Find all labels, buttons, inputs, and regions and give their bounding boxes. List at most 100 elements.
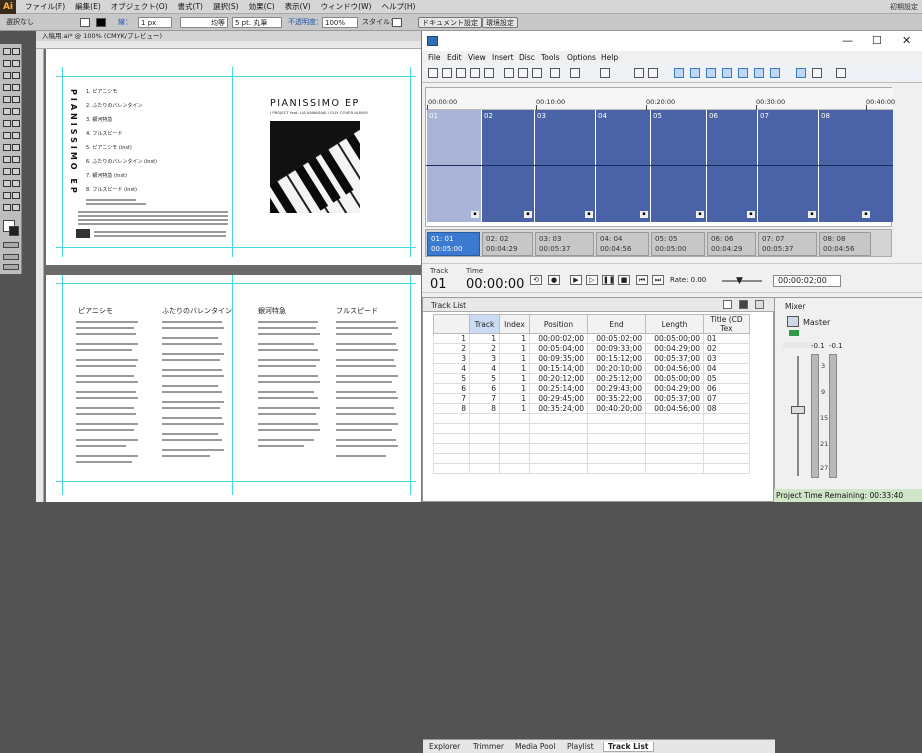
- device-icon[interactable]: [789, 330, 799, 336]
- audio-event[interactable]: 08 ▪: [818, 110, 872, 222]
- preferences-button[interactable]: 環境設定: [482, 17, 518, 28]
- table-row[interactable]: 8 8 1 00:35:24;00 00:40:20;00 00:04:56;00 08: [433, 403, 750, 414]
- new-icon[interactable]: [428, 68, 438, 78]
- track-marker[interactable]: 01: 01 00:05:00: [427, 232, 480, 256]
- volume-fader-thumb[interactable]: [791, 406, 805, 414]
- pen-tool-icon[interactable]: [3, 72, 11, 79]
- track-marker[interactable]: 07: 07 00:05:37: [758, 232, 817, 256]
- table-cell[interactable]: 00:25:14;00: [529, 383, 588, 394]
- col-header[interactable]: Track: [469, 314, 500, 334]
- table-row[interactable]: 6 6 1 00:25:14;00 00:29:43;00 00:04:29;00 06: [433, 383, 750, 394]
- blob-brush-tool-icon[interactable]: [3, 108, 11, 115]
- zoom-tool-icon[interactable]: [12, 204, 20, 211]
- rectangle-tool-icon[interactable]: [12, 84, 20, 91]
- graph-tool-icon[interactable]: [12, 180, 20, 187]
- loop-icon[interactable]: ⟲: [530, 275, 542, 285]
- snap-icon[interactable]: [706, 68, 716, 78]
- open-icon[interactable]: [442, 68, 452, 78]
- table-cell[interactable]: 00:09:33;00: [587, 343, 646, 354]
- next-track-icon[interactable]: ⏭: [652, 275, 664, 285]
- delete-icon[interactable]: [550, 68, 560, 78]
- eyedropper-tool-icon[interactable]: [3, 168, 11, 175]
- save-as-icon[interactable]: [470, 68, 480, 78]
- table-cell[interactable]: 00:05:04;00: [529, 343, 588, 354]
- table-cell[interactable]: 00:04:29;00: [645, 343, 704, 354]
- eraser-tool-icon[interactable]: [12, 108, 20, 115]
- symbol-sprayer-tool-icon[interactable]: [3, 180, 11, 187]
- audio-event[interactable]: 02 ▪: [481, 110, 534, 222]
- audio-event[interactable]: 07 ▪: [757, 110, 818, 222]
- draw-mode-icon[interactable]: [3, 254, 19, 260]
- table-row[interactable]: 4 4 1 00:15:14;00 00:20:10;00 00:04:56;00 04: [433, 363, 750, 374]
- table-cell[interactable]: 08: [703, 403, 750, 414]
- menu-edit[interactable]: Edit: [447, 53, 462, 62]
- table-cell[interactable]: 04: [703, 363, 750, 374]
- table-cell[interactable]: 2: [433, 343, 470, 354]
- audio-event[interactable]: 03 ▪: [534, 110, 595, 222]
- fade-icon[interactable]: ▪: [524, 211, 532, 218]
- track-marker[interactable]: 08: 08 00:04:56: [819, 232, 871, 256]
- artboard-lyrics[interactable]: ピアニシモ ふたりのバレンタイン 銀河特急 フルスピード: [46, 275, 421, 502]
- artboard-cover[interactable]: PIANISSIMO EP 1. ピアニシモ 2. ふたりのバレンタイン 3. …: [46, 49, 421, 265]
- table-cell[interactable]: 00:20:12;00: [529, 373, 588, 384]
- ignore-groups-icon[interactable]: [754, 68, 764, 78]
- table-cell[interactable]: 00:35:22;00: [587, 393, 646, 404]
- tab-trimmer[interactable]: Trimmer: [469, 742, 508, 751]
- menu-effect[interactable]: 効果(C): [244, 0, 280, 14]
- mesh-tool-icon[interactable]: [3, 156, 11, 163]
- table-cell[interactable]: 00:04:56;00: [645, 363, 704, 374]
- track-marker[interactable]: 05: 05 00:05:00: [651, 232, 705, 256]
- lasso-tool-icon[interactable]: [12, 60, 20, 67]
- menu-select[interactable]: 選択(S): [208, 0, 244, 14]
- save-list-icon[interactable]: [739, 300, 748, 309]
- edit-tool-icon[interactable]: [796, 68, 806, 78]
- menu-window[interactable]: ウィンドウ(W): [316, 0, 377, 14]
- stroke-color-icon[interactable]: [9, 226, 19, 236]
- pencil-tool-icon[interactable]: [12, 96, 20, 103]
- table-cell[interactable]: 1: [433, 333, 470, 344]
- table-cell[interactable]: 1: [499, 403, 530, 414]
- slice-tool-icon[interactable]: [12, 192, 20, 199]
- table-cell[interactable]: 7: [433, 393, 470, 404]
- stroke-swatch[interactable]: [96, 17, 106, 28]
- fade-icon[interactable]: ▪: [747, 211, 755, 218]
- table-cell[interactable]: 1: [499, 373, 530, 384]
- track-markers-bar[interactable]: 01: 01 00:05:00 02: 02 00:04:29 03: 03 00:0…: [425, 229, 892, 257]
- table-row[interactable]: 5 5 1 00:20:12;00 00:25:12;00 00:05:00;00 05: [433, 373, 750, 384]
- master-icon[interactable]: [787, 316, 799, 327]
- timeline-panel[interactable]: 00:00:00 00:10:00 00:20:00 00:30:00 00:4…: [425, 87, 895, 227]
- render-icon[interactable]: [484, 68, 494, 78]
- fade-icon[interactable]: ▪: [585, 211, 593, 218]
- artboard-canvas[interactable]: PIANISSIMO EP 1. ピアニシモ 2. ふたりのバレンタイン 3. …: [44, 49, 421, 502]
- save-icon[interactable]: [456, 68, 466, 78]
- opacity-field[interactable]: 100%: [322, 17, 358, 28]
- table-cell[interactable]: 5: [469, 373, 500, 384]
- minimize-icon[interactable]: —: [842, 34, 853, 48]
- style-swatch[interactable]: [392, 17, 402, 28]
- table-cell[interactable]: 00:40:20;00: [587, 403, 646, 414]
- scale-tool-icon[interactable]: [12, 120, 20, 127]
- table-cell[interactable]: 00:09:35;00: [529, 353, 588, 364]
- fade-icon[interactable]: ▪: [471, 211, 479, 218]
- hand-tool-icon[interactable]: [3, 204, 11, 211]
- table-cell[interactable]: 03: [703, 353, 750, 364]
- magic-wand-tool-icon[interactable]: [3, 60, 11, 67]
- cut-icon[interactable]: [504, 68, 514, 78]
- table-cell[interactable]: 00:15:12;00: [587, 353, 646, 364]
- paste-icon[interactable]: [532, 68, 542, 78]
- waveform-track[interactable]: 01 ▪ 02 ▪ 03 ▪ 04 ▪ 05 ▪ 06 ▪ 07 ▪ 08 ▪: [426, 110, 893, 222]
- fade-icon[interactable]: ▪: [862, 211, 870, 218]
- table-cell[interactable]: 5: [433, 373, 470, 384]
- col-header[interactable]: End: [587, 314, 646, 334]
- width-tool-icon[interactable]: [3, 132, 11, 139]
- track-marker[interactable]: 04: 04 00:04:56: [596, 232, 649, 256]
- brush-tool-icon[interactable]: [3, 96, 11, 103]
- undo-icon[interactable]: [570, 68, 580, 78]
- col-header[interactable]: Length: [645, 314, 704, 334]
- menu-object[interactable]: オブジェクト(O): [106, 0, 173, 14]
- maximize-icon[interactable]: ☐: [872, 34, 882, 48]
- col-header[interactable]: [433, 314, 470, 334]
- table-cell[interactable]: 8: [469, 403, 500, 414]
- screen-mode-icon[interactable]: [3, 264, 19, 270]
- menu-disc[interactable]: Disc: [519, 53, 535, 62]
